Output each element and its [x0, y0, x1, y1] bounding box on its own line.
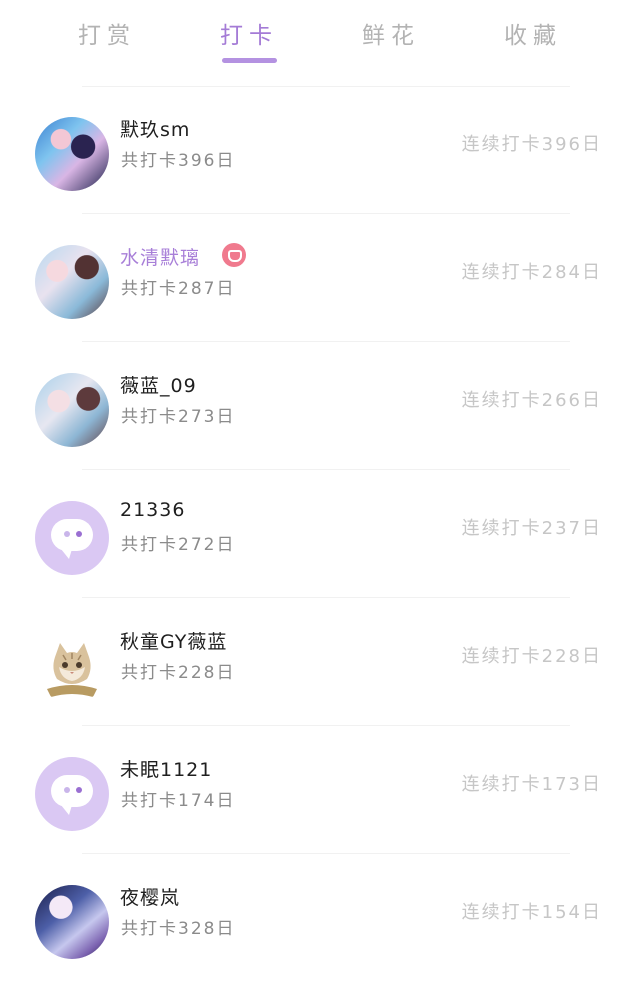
- user-name: 夜樱岚: [120, 887, 181, 909]
- streak-text: 连续打卡396日: [461, 134, 602, 155]
- cat-icon: [47, 643, 97, 697]
- list-item[interactable]: 薇蓝_09 共打卡273日 连续打卡266日: [0, 342, 640, 470]
- avatar[interactable]: [35, 629, 109, 703]
- user-name: 秋童GY薇蓝: [120, 631, 228, 653]
- total-checkin-text: 共打卡272日: [121, 535, 236, 555]
- user-name: 21336: [120, 499, 186, 521]
- list-item[interactable]: 默玖sm 共打卡396日 连续打卡396日: [0, 86, 640, 214]
- user-name: 默玖sm: [120, 119, 191, 141]
- total-checkin-text: 共打卡228日: [121, 663, 236, 683]
- tab-checkin[interactable]: 打卡: [194, 16, 304, 50]
- avatar[interactable]: [35, 245, 109, 319]
- tab-reward[interactable]: 打赏: [52, 16, 162, 50]
- list-item[interactable]: 夜樱岚 共打卡328日 连续打卡154日: [0, 854, 640, 982]
- list-item[interactable]: 21336 共打卡272日 连续打卡237日: [0, 470, 640, 598]
- avatar[interactable]: [35, 885, 109, 959]
- streak-text: 连续打卡266日: [461, 390, 602, 411]
- user-name: 薇蓝_09: [120, 375, 197, 397]
- avatar[interactable]: [35, 501, 109, 575]
- streak-text: 连续打卡228日: [461, 646, 602, 667]
- streak-text: 连续打卡284日: [461, 262, 602, 283]
- streak-text: 连续打卡154日: [461, 902, 602, 923]
- list-item[interactable]: 未眠1121 共打卡174日 连续打卡173日: [0, 726, 640, 854]
- vip-heart-icon: [222, 243, 246, 267]
- total-checkin-text: 共打卡174日: [121, 791, 236, 811]
- chat-bubble-icon: [51, 519, 93, 559]
- dot-icon: [76, 787, 82, 793]
- active-tab-indicator: [222, 58, 277, 63]
- avatar[interactable]: [35, 373, 109, 447]
- total-checkin-text: 共打卡287日: [121, 279, 236, 299]
- total-checkin-text: 共打卡328日: [121, 919, 236, 939]
- avatar[interactable]: [35, 757, 109, 831]
- total-checkin-text: 共打卡396日: [121, 151, 236, 171]
- tab-favorites[interactable]: 收藏: [478, 16, 588, 50]
- tab-flowers[interactable]: 鲜花: [336, 16, 446, 50]
- dot-icon: [64, 787, 70, 793]
- avatar[interactable]: [35, 117, 109, 191]
- list-item[interactable]: 水清默璃 共打卡287日 连续打卡284日: [0, 214, 640, 342]
- tab-bar: 打赏 打卡 鲜花 收藏: [0, 0, 640, 70]
- streak-text: 连续打卡237日: [461, 518, 602, 539]
- chat-bubble-icon: [51, 775, 93, 815]
- dot-icon: [64, 531, 70, 537]
- list-item[interactable]: 秋童GY薇蓝 共打卡228日 连续打卡228日: [0, 598, 640, 726]
- streak-text: 连续打卡173日: [461, 774, 602, 795]
- dot-icon: [76, 531, 82, 537]
- total-checkin-text: 共打卡273日: [121, 407, 236, 427]
- user-name: 水清默璃: [120, 247, 201, 269]
- user-name: 未眠1121: [120, 759, 213, 781]
